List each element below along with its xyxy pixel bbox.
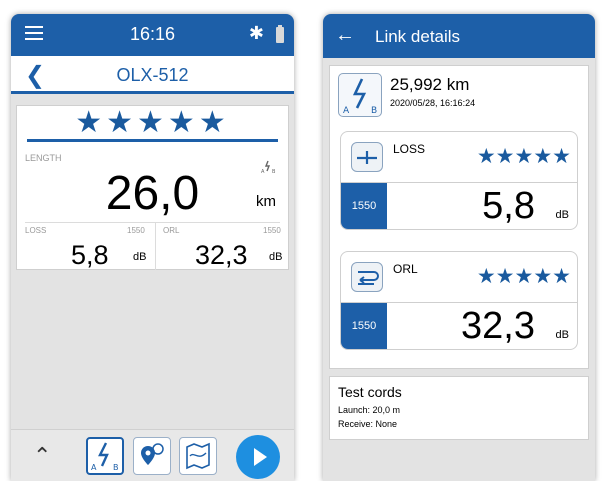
overall-rating-stars: ★★★★★ <box>75 106 230 139</box>
location-icon <box>141 443 164 465</box>
link-details-card: A B 25,992 km 2020/05/28, 16:16:24 LOSS … <box>329 65 589 369</box>
link-details-screen: ← Link details A B 25,992 km 2020/05/28,… <box>323 14 595 481</box>
orl-wavelength: 1550 <box>341 303 387 349</box>
map-button[interactable] <box>179 437 217 475</box>
orl-unit: dB <box>555 329 569 341</box>
orl-unit: dB <box>269 251 283 263</box>
arrow-left-icon[interactable]: ← <box>335 24 355 47</box>
link-distance: 25,992 km <box>390 75 470 94</box>
loss-measurement[interactable]: LOSS ★★★★★ 1550 5,8 dB <box>340 131 578 230</box>
bottom-toolbar: ⌃ A B <box>11 429 294 481</box>
loss-wavelength: 1550 <box>127 226 145 235</box>
loss-value-row: 1550 5,8 dB <box>341 182 577 229</box>
main-screen: 16:16 ✱ ❮ OLX-512 ★★★★★ LENGTH A B 26,0 … <box>11 14 294 481</box>
loss-unit: dB <box>133 251 147 263</box>
loss-label: LOSS <box>393 142 426 156</box>
orl-measurement[interactable]: ORL ★★★★★ 1550 32,3 dB <box>340 251 578 350</box>
length-unit: km <box>256 193 276 210</box>
loss-orl-row: LOSS 1550 5,8 dB ORL 1550 32,3 dB <box>25 222 283 270</box>
bluetooth-icon: ✱ <box>248 23 264 43</box>
svg-text:A: A <box>343 106 350 116</box>
test-cords-card[interactable]: Test cords Launch: 20,0 m Receive: None <box>329 376 589 440</box>
result-summary-card[interactable]: ★★★★★ LENGTH A B 26,0 km LOSS 1550 5,8 d… <box>16 105 289 270</box>
orl-label: ORL <box>393 262 418 276</box>
orl-rating-stars: ★★★★★ <box>476 265 571 288</box>
expand-chevron-icon[interactable]: ⌃ <box>33 443 51 469</box>
page-header: ❮ OLX-512 <box>11 56 294 94</box>
loss-wavelength: 1550 <box>341 183 387 229</box>
page-title: Link details <box>375 27 461 46</box>
loss-label: LOSS <box>25 226 47 235</box>
orl-value: 32,3 <box>461 305 535 347</box>
divider <box>27 139 278 142</box>
length-label: LENGTH <box>25 153 62 163</box>
length-value: 26,0 <box>105 167 200 220</box>
loss-unit: dB <box>555 209 569 221</box>
svg-text:A: A <box>91 463 97 472</box>
location-button[interactable] <box>133 437 171 475</box>
link-ab-icon: A B <box>338 73 382 117</box>
loss-value: 5,8 <box>482 185 535 227</box>
link-view-button[interactable]: A B <box>86 437 124 475</box>
orl-value-row: 1550 32,3 dB <box>341 302 577 349</box>
orl-icon <box>351 262 383 292</box>
link-ab-icon: A B <box>91 442 119 472</box>
page-title: OLX-512 <box>116 65 189 85</box>
link-datetime: 2020/05/28, 16:16:24 <box>390 98 476 108</box>
loss-value: 5,8 <box>71 240 109 270</box>
receive-cord: Receive: None <box>338 419 398 429</box>
launch-cord: Launch: 20,0 m <box>338 405 401 415</box>
map-icon <box>186 442 210 470</box>
svg-text:B: B <box>371 106 377 116</box>
test-cords-title: Test cords <box>338 384 402 400</box>
orl-value: 32,3 <box>195 240 248 270</box>
start-test-button[interactable] <box>236 435 280 479</box>
battery-icon <box>276 25 284 43</box>
status-bar: 16:16 ✱ <box>11 14 294 56</box>
orl-wavelength: 1550 <box>263 226 281 235</box>
orl-label: ORL <box>163 226 180 235</box>
page-header: ← Link details <box>323 14 595 58</box>
loss-icon <box>351 142 383 172</box>
svg-text:B: B <box>113 463 119 472</box>
loss-rating-stars: ★★★★★ <box>476 145 571 168</box>
